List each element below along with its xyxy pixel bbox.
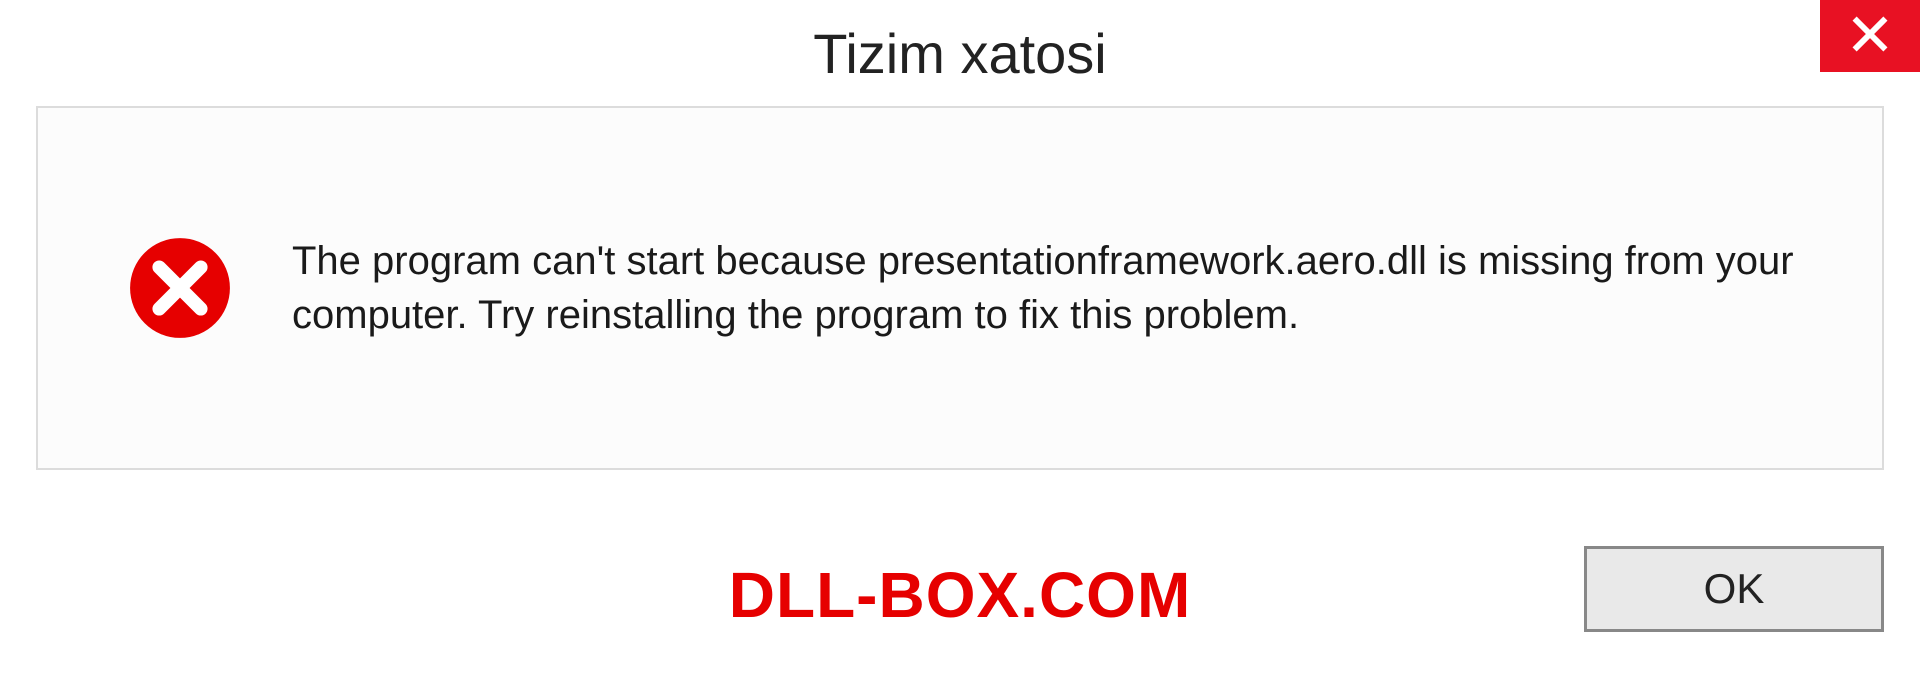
- dialog-footer: DLL-BOX.COM OK: [0, 470, 1920, 690]
- watermark-text: DLL-BOX.COM: [729, 558, 1192, 632]
- dialog-content-panel: The program can't start because presenta…: [36, 106, 1884, 470]
- error-circle-icon: [128, 236, 232, 340]
- dialog-titlebar: Tizim xatosi: [0, 0, 1920, 106]
- ok-button[interactable]: OK: [1584, 546, 1884, 632]
- close-button[interactable]: [1820, 0, 1920, 72]
- close-icon: [1850, 14, 1890, 59]
- ok-button-label: OK: [1704, 565, 1765, 613]
- dialog-title: Tizim xatosi: [813, 21, 1107, 86]
- error-message: The program can't start because presenta…: [292, 234, 1812, 342]
